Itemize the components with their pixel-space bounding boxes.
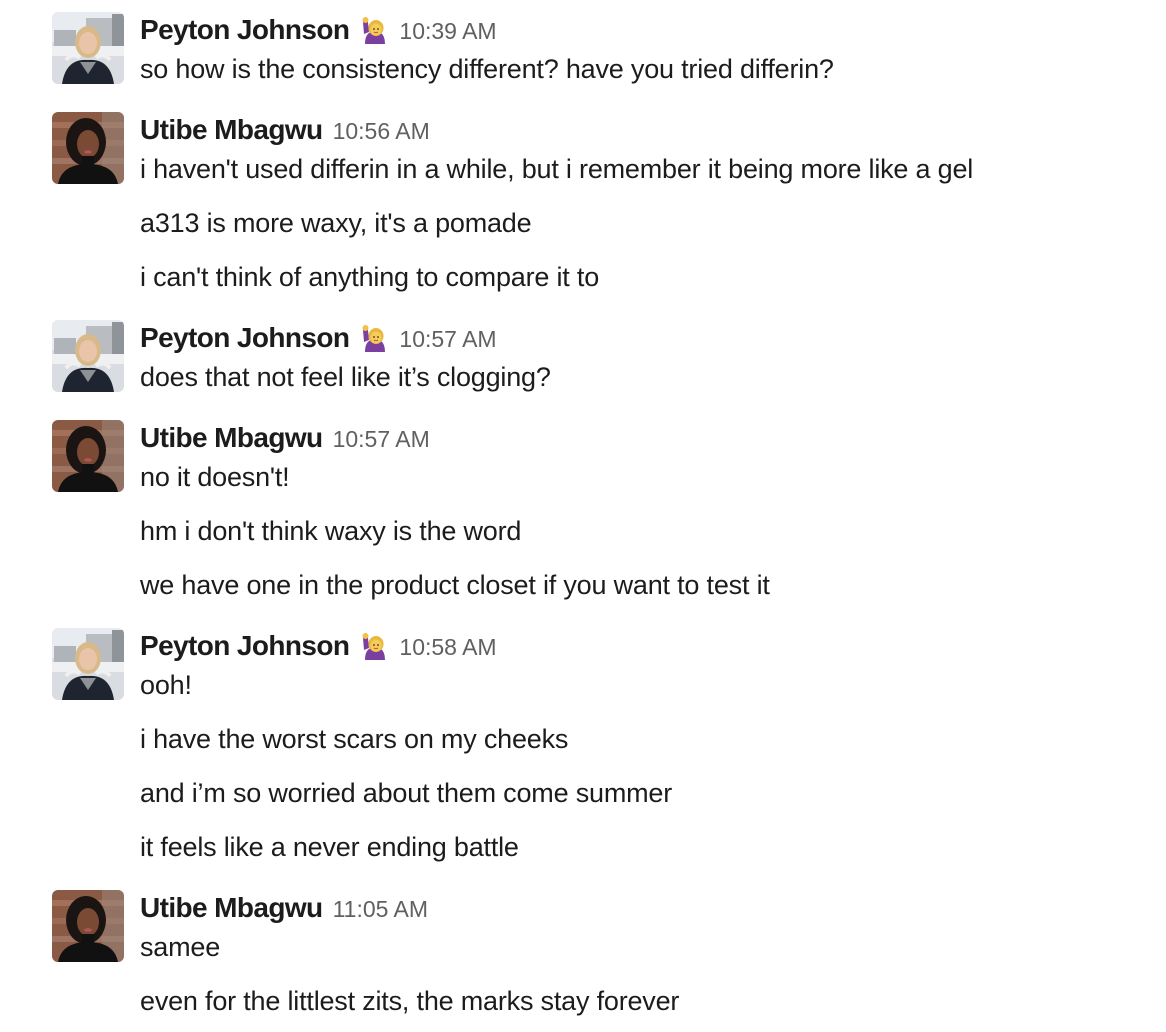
timestamp[interactable]: 10:58 AM [399,634,496,661]
message-header: Peyton Johnson 10:39 AM [140,12,497,48]
message-header: Peyton Johnson 10:58 AM [140,628,497,664]
message-header: Utibe Mbagwu 10:57 AM [140,420,430,456]
message-text: samee [140,932,221,962]
message-text: i haven't used differin in a while, but … [140,154,974,184]
timestamp[interactable]: 10:57 AM [399,326,496,353]
message-text: i can't think of anything to compare it … [140,262,600,292]
message-text: no it doesn't! [140,462,290,492]
raising-hand-emoji-icon [361,632,389,660]
author-name[interactable]: Utibe Mbagwu [140,114,323,146]
avatar-utibe-mbagwu[interactable] [52,420,124,492]
message-text: ooh! [140,670,192,700]
message-header: Utibe Mbagwu 10:56 AM [140,112,430,148]
author-name[interactable]: Peyton Johnson [140,630,350,662]
avatar-peyton-johnson[interactable] [52,12,124,84]
avatar-utibe-mbagwu[interactable] [52,890,124,962]
raising-hand-emoji-icon [361,324,389,352]
message-text: a313 is more waxy, it's a pomade [140,208,532,238]
timestamp[interactable]: 11:05 AM [333,896,428,923]
author-name[interactable]: Utibe Mbagwu [140,892,323,924]
avatar-utibe-mbagwu[interactable] [52,112,124,184]
avatar-peyton-johnson[interactable] [52,628,124,700]
message-text: i have the worst scars on my cheeks [140,724,569,754]
author-name[interactable]: Peyton Johnson [140,322,350,354]
message-text: even for the littlest zits, the marks st… [140,986,680,1016]
raising-hand-emoji-icon [361,16,389,44]
message-header: Peyton Johnson 10:57 AM [140,320,497,356]
message-text: hm i don't think waxy is the word [140,516,522,546]
timestamp[interactable]: 10:56 AM [333,118,430,145]
avatar-peyton-johnson[interactable] [52,320,124,392]
message-text: it feels like a never ending battle [140,832,519,862]
author-name[interactable]: Utibe Mbagwu [140,422,323,454]
message-text: does that not feel like it’s clogging? [140,362,551,392]
timestamp[interactable]: 10:57 AM [333,426,430,453]
message-text: and i’m so worried about them come summe… [140,778,673,808]
message-text: so how is the consistency different? hav… [140,54,834,84]
message-text: we have one in the product closet if you… [140,570,770,600]
author-name[interactable]: Peyton Johnson [140,14,350,46]
message-header: Utibe Mbagwu 11:05 AM [140,890,428,926]
timestamp[interactable]: 10:39 AM [399,18,496,45]
